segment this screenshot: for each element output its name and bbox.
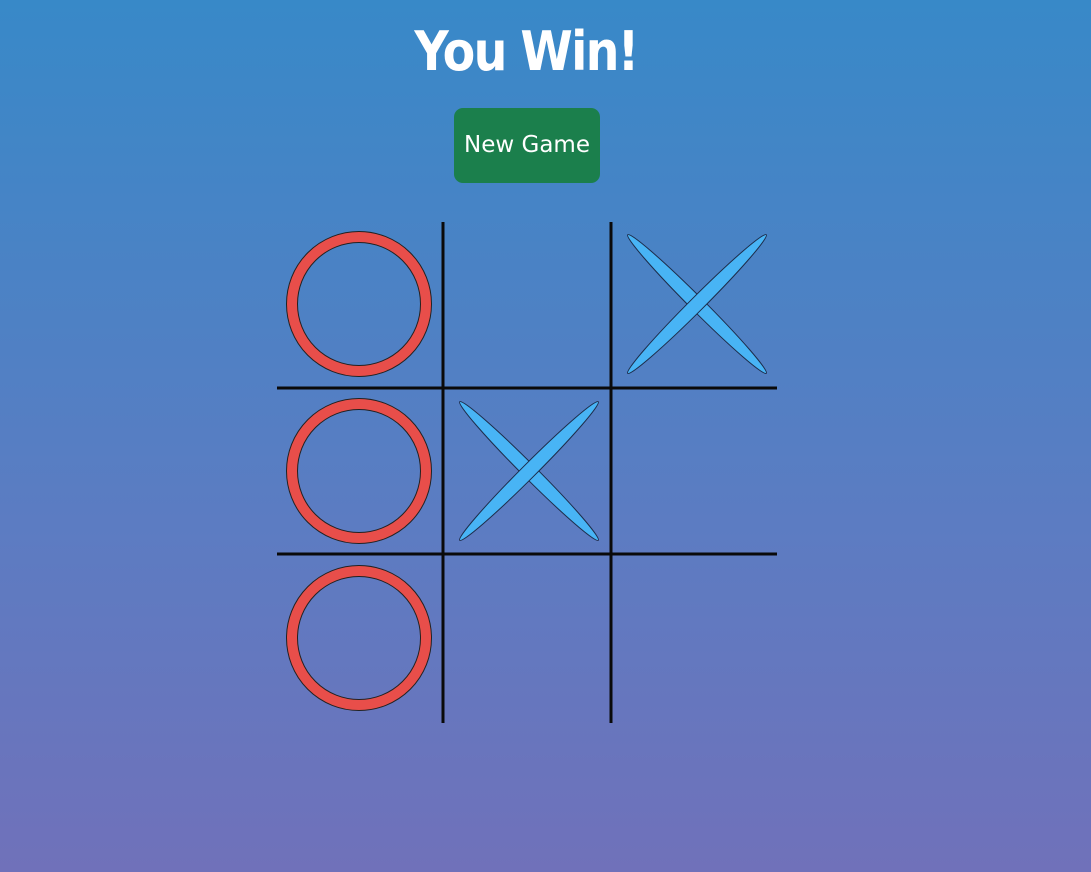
board-cell[interactable] <box>613 222 779 388</box>
x-mark-icon <box>627 234 767 374</box>
board-cell[interactable] <box>445 556 611 722</box>
game-board <box>277 222 777 723</box>
o-mark-icon <box>286 398 432 544</box>
board-cell[interactable] <box>277 389 443 555</box>
board-cell[interactable] <box>445 389 611 555</box>
o-mark-icon <box>286 565 432 711</box>
board-cell[interactable] <box>277 222 443 388</box>
board-cell[interactable] <box>613 556 779 722</box>
new-game-button[interactable]: New Game <box>454 108 600 183</box>
x-mark-icon <box>459 401 599 541</box>
board-cell[interactable] <box>277 556 443 722</box>
board-cell[interactable] <box>613 389 779 555</box>
o-mark-icon <box>286 231 432 377</box>
game-status-title: You Win! <box>414 20 639 83</box>
board-cell[interactable] <box>445 222 611 388</box>
